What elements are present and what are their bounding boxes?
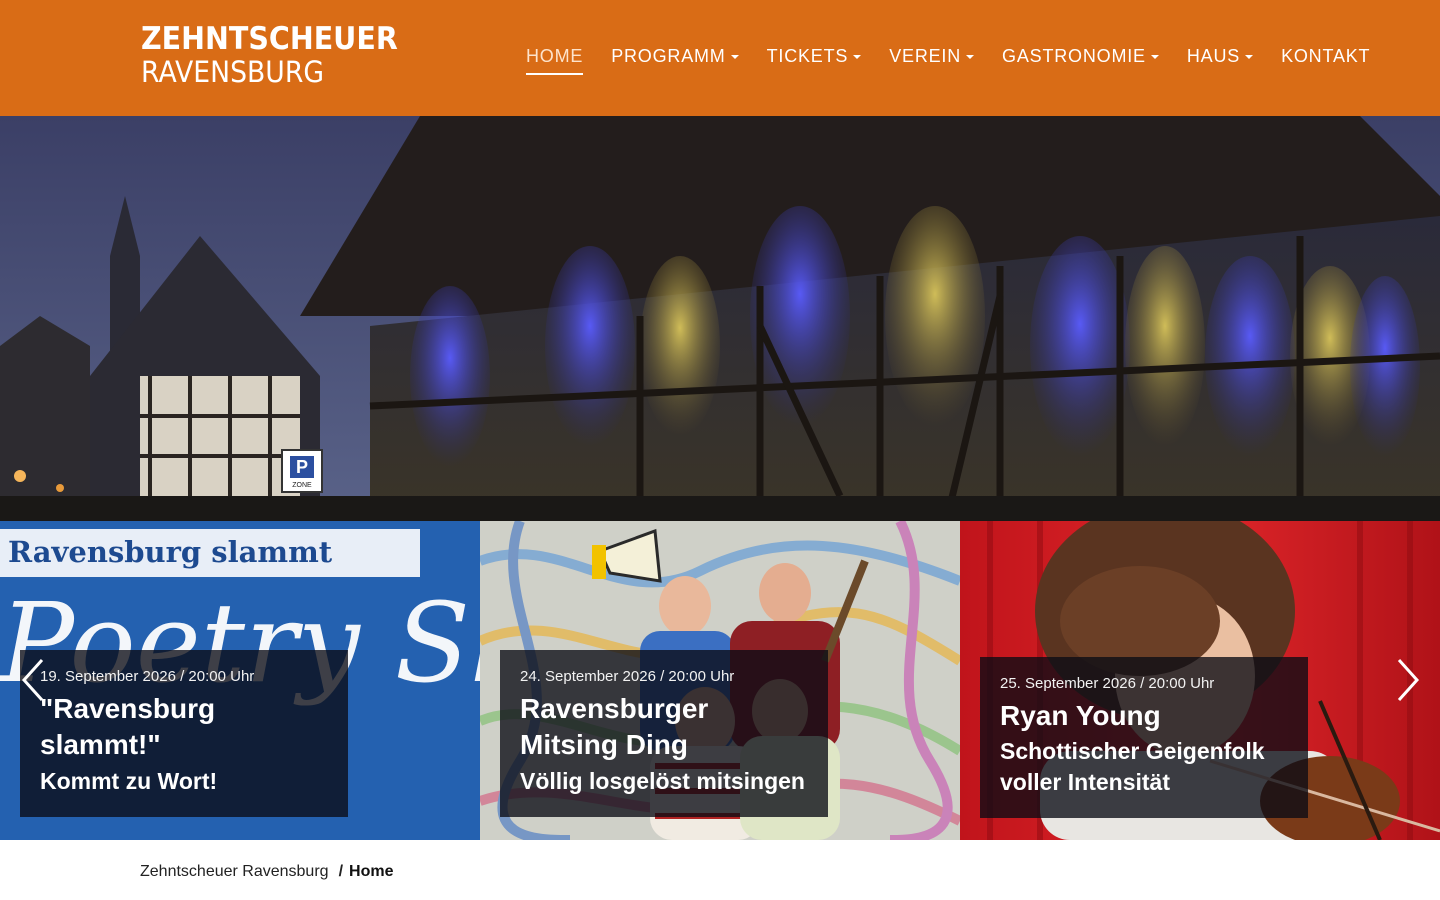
event-subtitle: Völlig losgelöst mitsingen [520,767,805,794]
nav-item-verein[interactable]: VEREIN [889,46,975,75]
event-caption: 24. September 2026 / 20:00 Uhr Ravensbur… [500,650,828,817]
logo-line-ravensburg: RAVENSBURG [141,55,325,89]
nav-item-haus[interactable]: HAUS [1186,46,1254,75]
event-date: 24. September 2026 / 20:00 Uhr [520,668,735,685]
hero-image-zehntscheuer-night: P ZONE [0,116,1440,521]
chevron-left-icon [21,658,44,702]
breadcrumb-current-page: Home [349,863,394,880]
main-navigation: HOME PROGRAMM TICKETS VEREIN GASTRONOMIE… [526,46,1370,75]
nav-item-home[interactable]: HOME [526,46,584,75]
caret-down-icon [730,55,739,60]
event-tile-ryan-young[interactable]: 25. September 2026 / 20:00 Uhr Ryan Youn… [960,521,1440,840]
nav-item-programm[interactable]: PROGRAMM [611,46,739,75]
caret-down-icon [966,55,975,60]
site-header: ZEHNTSCHEUER RAVENSBURG HOME PROGRAMM TI… [0,0,1440,116]
event-date: 25. September 2026 / 20:00 Uhr [1000,675,1215,692]
event-tile-mitsing-ding[interactable]: 24. September 2026 / 20:00 Uhr Ravensbur… [480,521,960,840]
event-caption: 25. September 2026 / 20:00 Uhr Ryan Youn… [980,657,1308,819]
breadcrumb-separator: / [338,863,344,880]
caret-down-icon [1150,55,1159,60]
carousel-next-button[interactable] [1393,656,1423,704]
event-title[interactable]: Ravensburger Mitsing Ding [520,691,808,764]
hero-illustration: P ZONE [0,116,1440,521]
nav-label: HOME [526,46,584,66]
event-title[interactable]: Ryan Young [1000,698,1288,734]
breadcrumb-link-zehntscheuer-ravensburg[interactable]: Zehntscheuer Ravensburg [140,863,329,881]
site-logo[interactable]: ZEHNTSCHEUER RAVENSBURG [141,24,420,87]
carousel-prev-button[interactable] [18,656,48,704]
chevron-right-icon [1397,658,1420,702]
nav-item-tickets[interactable]: TICKETS [767,46,862,75]
nav-label: PROGRAMM [611,46,726,66]
logo-line-zehntscheuer: ZEHNTSCHEUER [141,21,398,57]
nav-label: GASTRONOMIE [1002,46,1146,66]
breadcrumb: Zehntscheuer Ravensburg / Home [140,863,393,881]
event-subtitle: Schottischer Geigenfolk voller Intensitä… [1000,738,1265,796]
nav-label: VEREIN [889,46,962,66]
event-subtitle: Kommt zu Wort! [40,767,218,794]
event-date: 19. September 2026 / 20:00 Uhr [40,668,255,685]
event-tile-ravensburg-slammt[interactable]: Ravensburg slammt Poetry Slam 19. Septem… [0,521,480,840]
event-carousel: Ravensburg slammt Poetry Slam 19. Septem… [0,521,1440,840]
nav-label: HAUS [1186,46,1241,66]
event-caption: 19. September 2026 / 20:00 Uhr "Ravensbu… [20,650,348,817]
nav-label: KONTAKT [1281,46,1371,66]
event-title[interactable]: "Ravensburg slammt!" [40,691,328,764]
caret-down-icon [853,55,862,60]
nav-item-gastronomie[interactable]: GASTRONOMIE [1002,46,1159,75]
caret-down-icon [1245,55,1254,60]
nav-item-kontakt[interactable]: KONTAKT [1281,46,1370,75]
poster-heading: Ravensburg slammt [8,535,333,569]
parking-sign-letter: P [296,457,308,477]
parking-sign-zone: ZONE [292,482,312,489]
nav-label: TICKETS [766,46,849,66]
